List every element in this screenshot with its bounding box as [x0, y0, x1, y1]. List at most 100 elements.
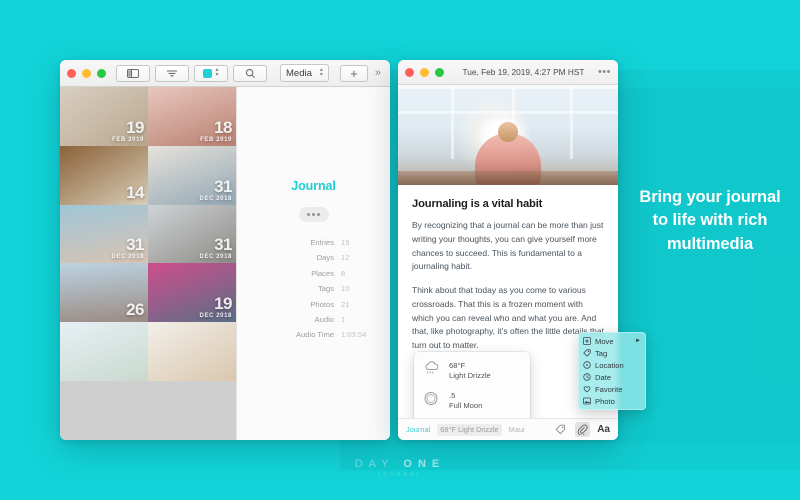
paperclip-icon[interactable] [575, 422, 591, 437]
context-menu-item-label: Date [595, 372, 612, 382]
stat-value: 8 [341, 268, 346, 278]
tile-day: 26 [126, 300, 144, 320]
photo-grid-tile[interactable]: 31 DEC 2018 [148, 204, 236, 264]
entry-title: Journaling is a vital habit [412, 198, 543, 210]
submenu-arrow-icon: ► [635, 338, 641, 344]
context-menu-item-label: Location [595, 360, 624, 370]
tile-day: 18 [214, 117, 232, 137]
media-view-select-value: Media [286, 67, 312, 79]
close-button[interactable] [67, 68, 76, 78]
photo-detail [398, 111, 618, 114]
photo-grid[interactable]: 19 FEB 2019 18 FEB 2019 14 31 DEC 2018 31 DEC 20… [60, 87, 236, 440]
search-icon[interactable] [233, 64, 267, 82]
tile-date-badge: 19 DEC 2018 [199, 295, 233, 320]
tile-date-badge: 31 DEC 2018 [200, 235, 233, 260]
context-menu-item-move[interactable]: Move ► [578, 335, 646, 347]
full-moon-icon [424, 391, 441, 408]
maximize-button[interactable] [435, 67, 444, 77]
context-menu-item-location[interactable]: Location [578, 359, 646, 371]
status-journal-name[interactable]: Journal [406, 425, 430, 434]
moon-value: .5 [449, 391, 456, 401]
tile-day: 31 [126, 235, 144, 255]
stat-row: Days 12 [237, 253, 369, 262]
color-filter-stepper[interactable]: ▴ ▾ [194, 64, 228, 82]
window-traffic-lights[interactable] [405, 67, 444, 77]
photo-grid-tile[interactable]: 14 [60, 145, 148, 205]
stat-value: 21 [341, 299, 350, 309]
toolbar-overflow-button[interactable]: » [373, 67, 383, 79]
minimize-button[interactable] [82, 68, 91, 78]
tile-month: DEC 2018 [199, 313, 232, 320]
filter-icon[interactable] [155, 64, 189, 82]
tile-month: DEC 2018 [111, 254, 144, 261]
photo-grid-tile[interactable]: 26 [60, 263, 148, 323]
stepper-arrows-icon[interactable]: ▴ ▾ [215, 67, 218, 78]
photo-grid-tile[interactable] [148, 322, 236, 381]
maximize-button[interactable] [97, 68, 106, 78]
weather-row: 68°F Light Drizzle [424, 361, 520, 381]
entry-paragraph-2: Think about that today as you come to va… [412, 285, 604, 351]
tile-day: 31 [214, 235, 232, 255]
tile-date-badge: 18 FEB 2019 [200, 119, 232, 143]
stat-key: Audio Time [296, 330, 334, 340]
context-menu-item-label: Favorite [595, 384, 623, 394]
media-window-body: 19 FEB 2019 18 FEB 2019 14 31 DEC 2018 31 DEC 20… [60, 87, 390, 440]
stat-key: Photos [310, 299, 334, 309]
photo-grid-tile[interactable]: 18 FEB 2019 [148, 87, 236, 146]
tag-icon[interactable] [553, 422, 568, 437]
tile-date-badge: 14 [126, 184, 144, 202]
tile-date-badge: 19 FEB 2019 [112, 119, 144, 143]
location-icon [583, 361, 591, 369]
entry-body[interactable]: Journaling is a vital habit By recognizi… [398, 185, 618, 353]
brand-watermark: DAY ONE JOURNAL [0, 458, 800, 478]
context-menu-item-label: Tag [595, 348, 608, 358]
journal-detail-pane: Journal Entries 19 Days 12 Places 8 Tags 10 Phot… [236, 87, 390, 440]
add-entry-button[interactable]: + [339, 64, 368, 82]
dot [312, 213, 315, 216]
status-weather[interactable]: 68°F Light Drizzle [437, 423, 502, 436]
context-menu-item-photo[interactable]: Photo [578, 395, 646, 407]
media-view-select[interactable]: Media ▴ ▾ [280, 64, 329, 82]
photo-detail [398, 85, 618, 89]
tile-day: 31 [214, 176, 232, 196]
tile-day: 19 [126, 117, 144, 137]
photo-grid-tile[interactable]: 19 FEB 2019 [60, 87, 148, 146]
sidebar-toggle-icon[interactable] [116, 64, 150, 82]
photo-grid-tile[interactable] [60, 322, 148, 381]
context-menu-item-tag[interactable]: Tag [578, 347, 646, 359]
media-library-window: ▴ ▾ Media ▴ ▾ + » 19 FEB 2019 18 FEB 2019 14 31… [60, 60, 390, 440]
entry-hero-photo [398, 85, 618, 185]
photo-grid-tile[interactable]: 31 DEC 2018 [60, 204, 148, 264]
weather-text: 68°F Light Drizzle [449, 361, 491, 381]
journal-more-button[interactable] [298, 207, 329, 222]
photo-grid-tile[interactable]: 19 DEC 2018 [148, 263, 236, 323]
photo-detail [569, 85, 573, 159]
photo-icon [583, 397, 591, 405]
context-menu-item-favorite[interactable]: Favorite [578, 383, 646, 395]
entry-more-button[interactable]: ••• [598, 67, 611, 78]
tile-month: FEB 2019 [112, 136, 144, 143]
status-location[interactable]: Maui [509, 425, 525, 434]
context-menu-item-date[interactable]: Date [578, 371, 646, 383]
close-button[interactable] [405, 67, 414, 77]
weather-condition: Light Drizzle [449, 370, 491, 380]
stat-key: Audio [314, 314, 334, 324]
weather-temperature: 68°F [449, 361, 466, 370]
stat-row: Places 8 [237, 269, 369, 278]
context-menu[interactable]: Move ► Tag Location Date Favorite Photo [578, 332, 646, 410]
text-format-button[interactable]: Aa [597, 424, 610, 435]
minimize-button[interactable] [420, 67, 429, 77]
drizzle-cloud-icon [424, 361, 441, 378]
moon-row: .5 Full Moon [424, 391, 520, 411]
photo-detail [498, 122, 518, 142]
entry-date: Tue, Feb 19, 2019, 4:27 PM HST [462, 67, 585, 77]
stat-key: Entries [310, 238, 334, 247]
stat-key: Tags [317, 284, 334, 294]
photo-grid-tile[interactable]: 31 DEC 2018 [148, 145, 236, 205]
tile-date-badge: 31 DEC 2018 [200, 176, 233, 202]
stat-row: Photos 21 [237, 300, 369, 309]
context-menu-item-label: Photo [595, 396, 615, 406]
tile-day: 14 [126, 182, 144, 202]
chevron-updown-icon: ▴ ▾ [319, 67, 323, 78]
window-traffic-lights[interactable] [67, 68, 106, 78]
